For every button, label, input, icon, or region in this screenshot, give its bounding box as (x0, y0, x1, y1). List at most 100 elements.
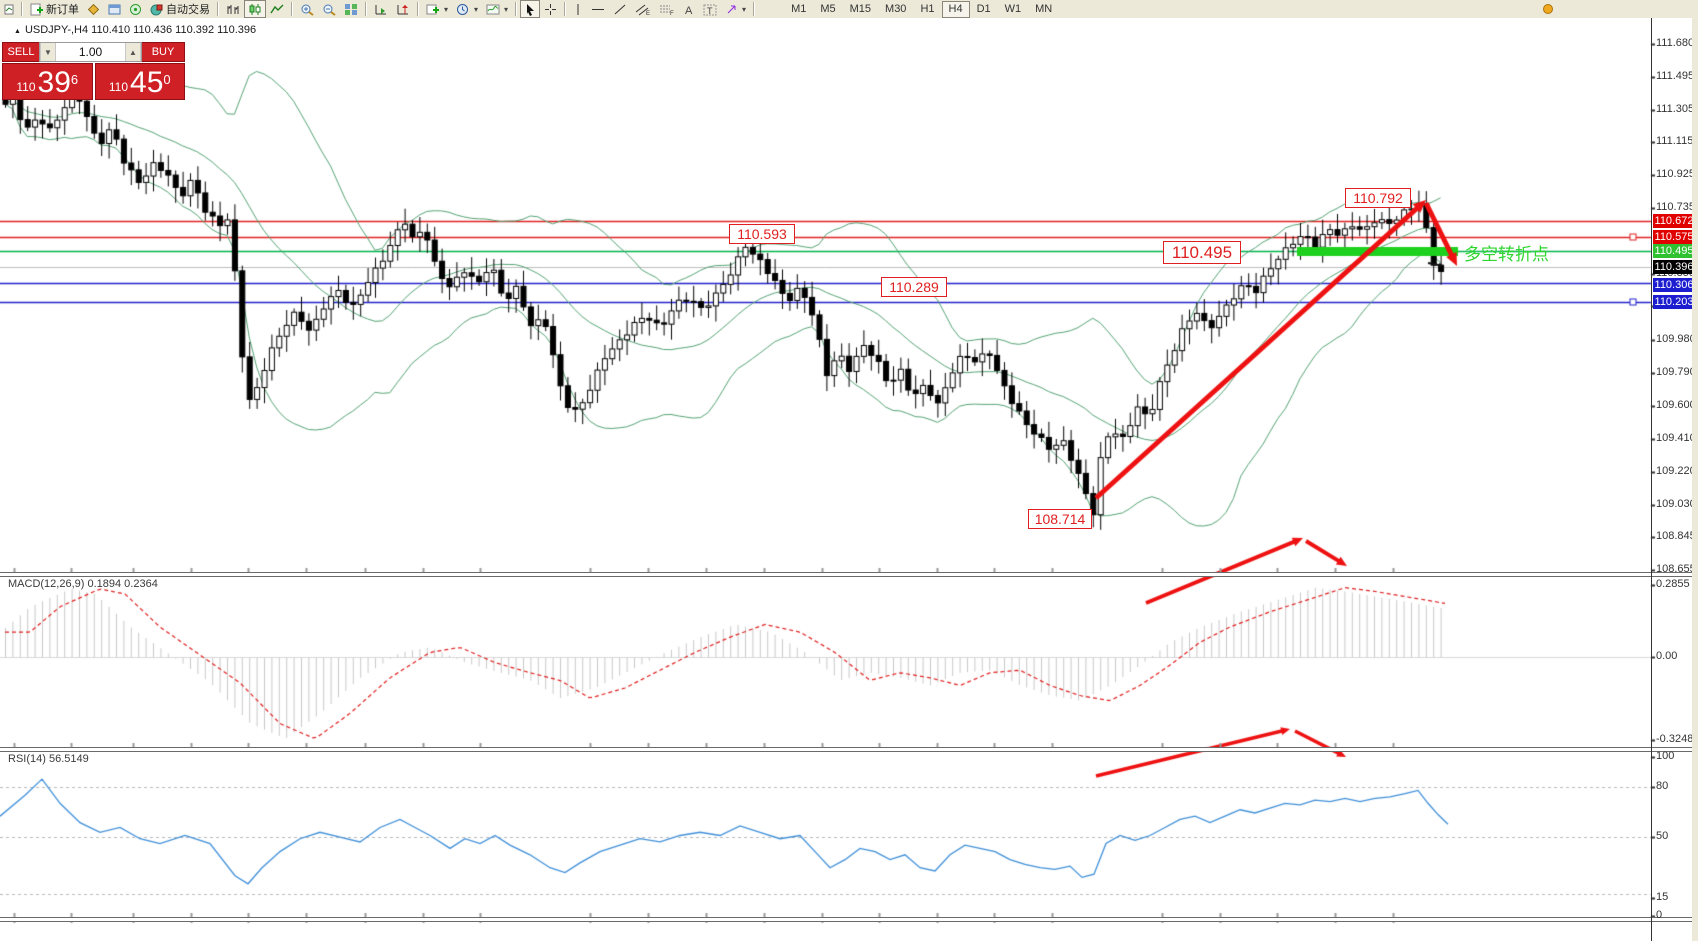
buy-price-panel[interactable]: 110450 (95, 63, 186, 100)
window-right-strip (1692, 18, 1698, 941)
bar-chart-button[interactable] (222, 0, 244, 18)
buy-price-sup: 0 (163, 75, 170, 85)
toolbar-separator (417, 2, 419, 16)
pane-separator[interactable] (0, 572, 1698, 577)
symbol-ohlc-text: USDJPY-,H4 110.410 110.436 110.392 110.3… (25, 24, 256, 36)
chart-window: ▲ USDJPY-,H4 110.410 110.436 110.392 110.… (0, 18, 1698, 941)
zoom-in-button[interactable] (296, 0, 318, 18)
price-callout-110289[interactable]: 110.289 (881, 277, 947, 297)
templates-dropdown-icon[interactable]: ▾ (504, 5, 508, 14)
svg-text:A: A (685, 5, 693, 16)
tab-timeframe-m30[interactable]: M30 (878, 1, 913, 18)
price-tick-label: 109.980 (1656, 333, 1696, 345)
price-tick-label: 110.925 (1656, 168, 1696, 180)
tile-windows-button[interactable] (340, 0, 362, 18)
trendline-button[interactable] (609, 0, 631, 18)
volume-value[interactable]: 1.00 (56, 43, 125, 61)
toolbar-separator (515, 2, 517, 16)
toolbar-separator (365, 2, 367, 16)
new-order-label: 新订单 (46, 1, 79, 17)
price-tick-label: 111.115 (1656, 135, 1696, 147)
price-tick-label: 109.030 (1656, 498, 1696, 510)
price-callout-110593[interactable]: 110.593 (729, 224, 795, 244)
new-order-icon (30, 3, 43, 16)
price-callout-110792[interactable]: 110.792 (1345, 188, 1411, 208)
tab-timeframe-m5[interactable]: M5 (813, 1, 842, 18)
svg-text:F: F (670, 11, 674, 16)
window-icon[interactable] (104, 0, 125, 18)
periods-dropdown-icon[interactable]: ▾ (474, 5, 478, 14)
mt4-terminal-window: 新订单 自动交易 ▾ ▾ ▾ E F A T ▾ (0, 0, 1698, 941)
price-tick-label: 108.845 (1656, 530, 1696, 542)
price-callout-108714[interactable]: 108.714 (1028, 509, 1092, 529)
cursor-button[interactable] (520, 0, 540, 18)
text-label-button[interactable]: T (699, 0, 721, 18)
wifi-signal-icon[interactable] (125, 0, 146, 18)
price-badge: 110.306 (1653, 278, 1695, 292)
fibonacci-button[interactable]: F (655, 0, 679, 18)
equidistant-channel-button[interactable]: E (631, 0, 655, 18)
price-badge: 110.672 (1653, 214, 1695, 228)
pane-separator[interactable] (0, 747, 1698, 752)
rsi-axis-label: 15 (1656, 891, 1696, 903)
line-chart-button[interactable] (266, 0, 288, 18)
auto-trading-icon (150, 3, 163, 16)
tab-timeframe-h4[interactable]: H4 (942, 1, 970, 18)
buy-price-base: 110 (109, 77, 128, 97)
notification-icon[interactable] (1538, 0, 1558, 18)
turning-point-annotation[interactable]: 多空转折点 (1464, 240, 1549, 265)
sell-price-base: 110 (16, 77, 35, 97)
volume-stepper: ▼ 1.00 ▲ (39, 42, 142, 62)
tab-timeframe-h1[interactable]: H1 (913, 1, 941, 18)
svg-text:T: T (707, 6, 713, 16)
arrows-tool-button[interactable]: ▾ (721, 0, 750, 18)
price-tick-label: 109.600 (1656, 399, 1696, 411)
pane-separator[interactable] (0, 917, 1698, 922)
sell-price-sup: 6 (71, 75, 78, 85)
text-button[interactable]: A (679, 0, 699, 18)
chart-fragment-icon[interactable] (0, 0, 18, 18)
vertical-line-button[interactable] (569, 0, 587, 18)
toolbar-separator (291, 2, 293, 16)
price-callout-110495[interactable]: 110.495 (1163, 241, 1241, 264)
sell-price-panel[interactable]: 110396 (2, 63, 93, 100)
tab-timeframe-m1[interactable]: M1 (784, 1, 813, 18)
price-tick-label: 109.220 (1656, 465, 1696, 477)
indicators-dropdown-icon[interactable]: ▾ (444, 5, 448, 14)
macd-axis-label: 0.2855 (1656, 578, 1696, 590)
zoom-out-button[interactable] (318, 0, 340, 18)
volume-decrease-button[interactable]: ▼ (40, 43, 56, 61)
candlestick-chart-button[interactable] (244, 0, 266, 18)
templates-button[interactable]: ▾ (482, 0, 512, 18)
auto-trading-button[interactable]: 自动交易 (146, 0, 214, 18)
buy-button[interactable]: BUY (142, 42, 185, 62)
toolbar-separator (564, 2, 566, 16)
chart-shift-button[interactable] (392, 0, 414, 18)
volume-increase-button[interactable]: ▲ (125, 43, 141, 61)
periods-button[interactable]: ▾ (452, 0, 482, 18)
tab-timeframe-m15[interactable]: M15 (843, 1, 878, 18)
arrows-dropdown-icon[interactable]: ▾ (742, 5, 746, 14)
price-chart-canvas[interactable] (0, 18, 1698, 941)
auto-scroll-button[interactable] (370, 0, 392, 18)
horizontal-line-button[interactable] (587, 0, 609, 18)
tab-timeframe-w1[interactable]: W1 (998, 1, 1029, 18)
gold-diamond-icon[interactable] (83, 0, 104, 18)
sell-button[interactable]: SELL (2, 42, 39, 62)
macd-label: MACD(12,26,9) 0.1894 0.2364 (8, 578, 158, 590)
new-order-button[interactable]: 新订单 (26, 0, 83, 18)
buy-price-big: 45 (130, 69, 163, 97)
indicators-button[interactable]: ▾ (422, 0, 452, 18)
toolbar-separator (753, 2, 755, 16)
price-badge: 110.396 (1653, 260, 1695, 274)
tab-timeframe-d1[interactable]: D1 (970, 1, 998, 18)
price-tick-label: 110.735 (1656, 201, 1696, 213)
price-badge: 110.495 (1653, 244, 1695, 258)
auto-trading-label: 自动交易 (166, 1, 210, 17)
tab-timeframe-mn[interactable]: MN (1028, 1, 1059, 18)
macd-axis-label: 0.00 (1656, 650, 1696, 662)
rsi-label: RSI(14) 56.5149 (8, 753, 89, 765)
rsi-axis-label: 80 (1656, 780, 1696, 792)
price-axis-border (1651, 18, 1652, 941)
crosshair-button[interactable] (540, 0, 561, 18)
